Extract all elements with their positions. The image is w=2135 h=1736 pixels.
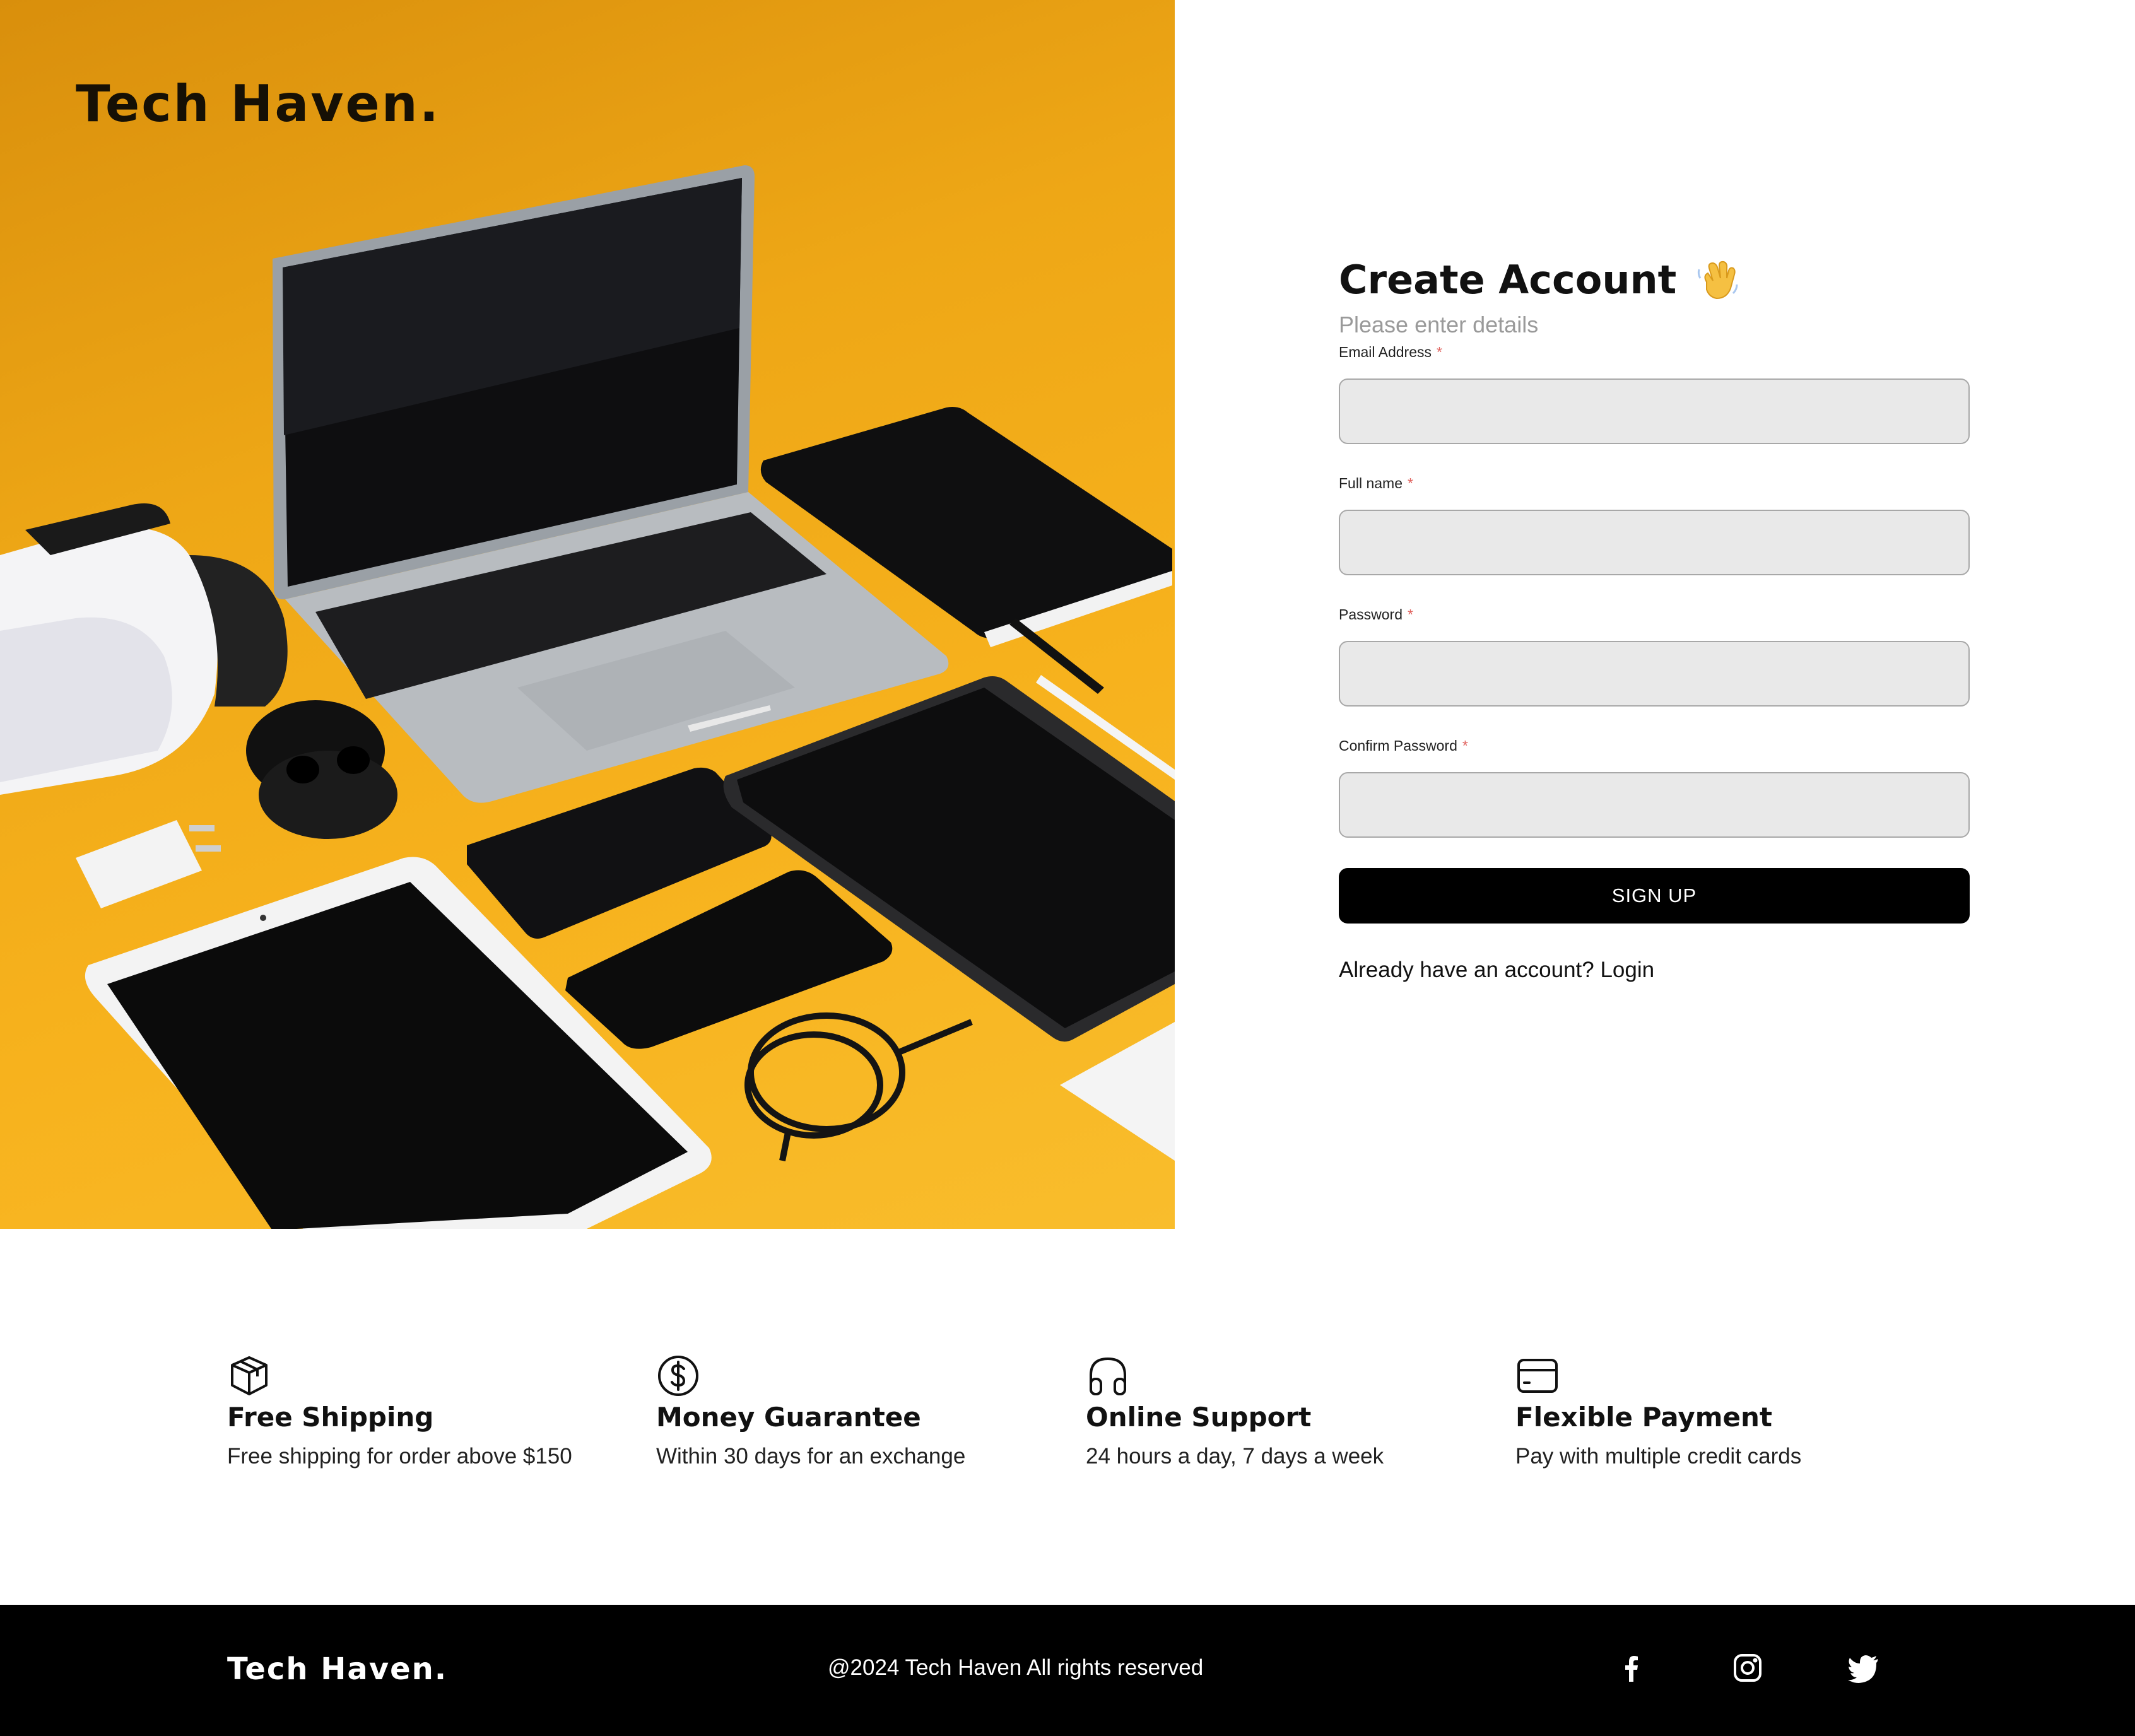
tech-gadgets-photo xyxy=(0,165,1175,1229)
feature-flexible-payment: Flexible Payment Pay with multiple credi… xyxy=(1515,1354,1919,1469)
password-label-text: Password xyxy=(1339,606,1403,623)
signup-form: Create Account Please enter details Emai… xyxy=(1339,252,1970,983)
dollar-circle-icon xyxy=(658,1356,698,1396)
required-mark: * xyxy=(1407,475,1413,491)
waving-hand-icon xyxy=(1698,261,1738,300)
cable-illustration xyxy=(744,1012,973,1161)
tablet-left-illustration xyxy=(85,857,712,1229)
fullname-input[interactable] xyxy=(1339,510,1970,575)
email-input[interactable] xyxy=(1339,378,1970,444)
feature-free-shipping: Free Shipping Free shipping for order ab… xyxy=(227,1354,631,1469)
feature-online-support: Online Support 24 hours a day, 7 days a … xyxy=(1086,1354,1490,1469)
required-mark: * xyxy=(1407,606,1413,623)
footer-brand-logo[interactable]: Tech Haven. xyxy=(227,1651,447,1687)
charger-illustration xyxy=(76,820,221,908)
login-prompt-text: Already have an account? xyxy=(1339,958,1594,982)
form-subtitle: Please enter details xyxy=(1339,312,1539,337)
feature-title: Free Shipping xyxy=(227,1402,434,1433)
required-mark: * xyxy=(1462,737,1468,754)
fullname-label-text: Full name xyxy=(1339,475,1403,491)
confirm-password-label: Confirm Password * xyxy=(1339,737,1970,754)
feature-desc: Free shipping for order above $150 xyxy=(227,1444,572,1469)
password-field-group: Password * xyxy=(1339,606,1970,707)
password-label: Password * xyxy=(1339,606,1970,623)
earbuds-case-illustration xyxy=(246,700,397,839)
login-prompt: Already have an account? Login xyxy=(1339,958,1970,983)
email-field-group: Email Address * xyxy=(1339,343,1970,444)
instagram-icon[interactable] xyxy=(1730,1650,1765,1686)
feature-desc: Within 30 days for an exchange xyxy=(656,1444,966,1469)
form-heading: Create Account xyxy=(1339,252,1970,307)
package-icon xyxy=(231,1356,268,1395)
required-mark: * xyxy=(1437,344,1442,360)
twitter-icon[interactable] xyxy=(1846,1650,1881,1686)
form-title: Create Account xyxy=(1339,256,1677,303)
headphones-icon xyxy=(1090,1358,1126,1395)
fullname-label: Full name * xyxy=(1339,474,1970,492)
email-label-text: Email Address xyxy=(1339,344,1432,360)
facebook-icon[interactable] xyxy=(1614,1650,1649,1686)
envelope-illustration xyxy=(1060,1022,1175,1161)
feature-desc: Pay with multiple credit cards xyxy=(1515,1444,1802,1469)
vr-headset-illustration xyxy=(0,503,288,795)
password-input[interactable] xyxy=(1339,641,1970,707)
feature-title: Money Guarantee xyxy=(656,1402,921,1433)
hero-image-panel: Tech Haven. xyxy=(0,0,1175,1229)
fullname-field-group: Full name * xyxy=(1339,474,1970,575)
footer-copyright: @2024 Tech Haven All rights reserved xyxy=(828,1655,1204,1680)
feature-title: Flexible Payment xyxy=(1515,1402,1772,1433)
credit-card-icon xyxy=(1517,1359,1558,1393)
confirm-password-input[interactable] xyxy=(1339,772,1970,838)
footer: Tech Haven. @2024 Tech Haven All rights … xyxy=(0,1605,2135,1736)
confirm-password-field-group: Confirm Password * xyxy=(1339,737,1970,838)
features-section: Free Shipping Free shipping for order ab… xyxy=(227,1354,1931,1480)
feature-desc: 24 hours a day, 7 days a week xyxy=(1086,1444,1384,1469)
confirm-password-label-text: Confirm Password xyxy=(1339,737,1457,754)
brand-logo[interactable]: Tech Haven. xyxy=(76,74,440,133)
login-link[interactable]: Login xyxy=(1600,958,1654,982)
email-label: Email Address * xyxy=(1339,343,1970,361)
feature-title: Online Support xyxy=(1086,1402,1312,1433)
feature-money-guarantee: Money Guarantee Within 30 days for an ex… xyxy=(656,1354,1060,1469)
signup-button[interactable]: SIGN UP xyxy=(1339,868,1970,924)
